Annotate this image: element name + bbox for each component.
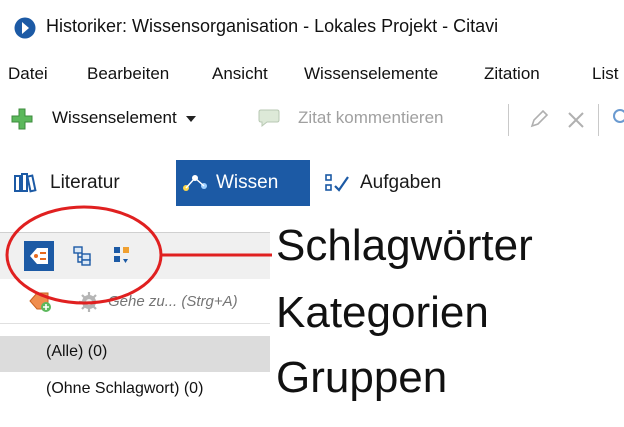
annotation-overlay [5, 205, 272, 305]
red-circle-highlight [5, 205, 163, 305]
